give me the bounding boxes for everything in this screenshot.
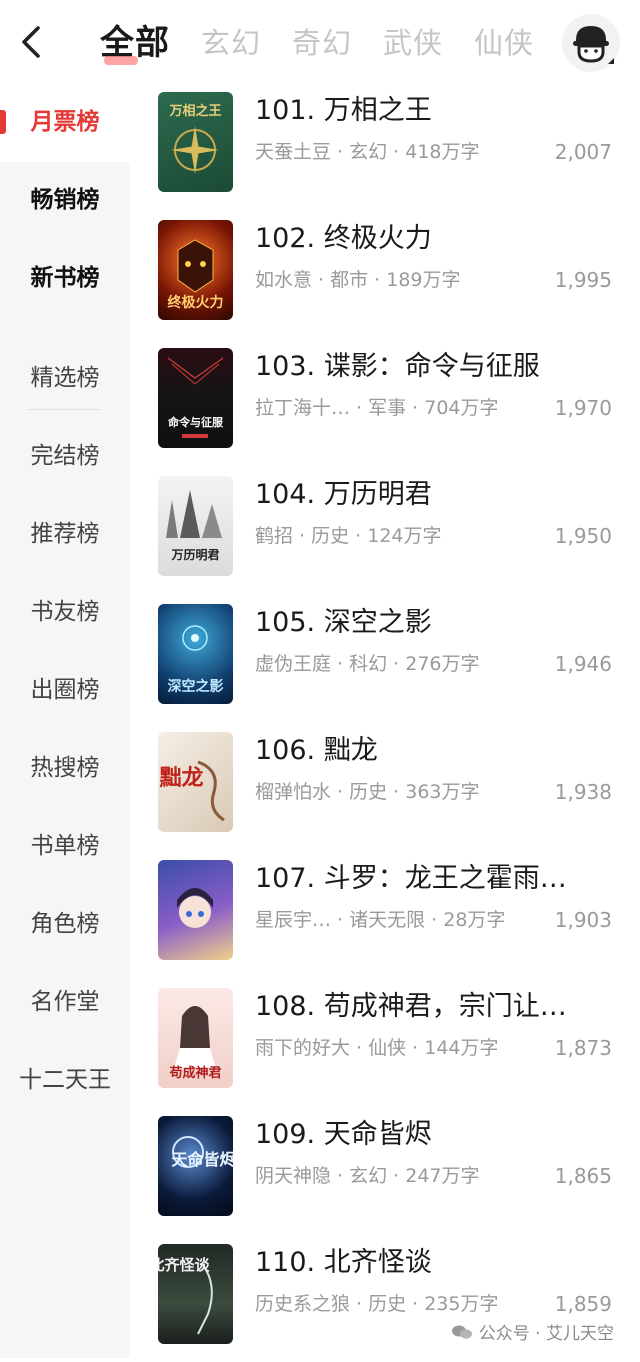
book-row[interactable]: 终极火力 102. 终极火力 如水意 · 都市 · 189万字 1,995 bbox=[130, 210, 640, 338]
book-meta: 榴弹怕水 · 历史 · 363万字 bbox=[255, 781, 480, 803]
book-meta: 如水意 · 都市 · 189万字 bbox=[255, 269, 461, 291]
book-row[interactable]: 万相之王 101. 万相之王 天蚕土豆 · 玄幻 · 418万字 2,007 bbox=[130, 82, 640, 210]
book-row[interactable]: 苟成神君 108. 苟成神君，宗门让… 雨下的好大 · 仙侠 · 144万字 1… bbox=[130, 978, 640, 1106]
monthly-ticket-count: 1,873 bbox=[554, 1036, 612, 1060]
user-avatar-button[interactable] bbox=[562, 14, 620, 72]
monthly-ticket-count: 1,859 bbox=[554, 1292, 612, 1316]
category-tabs: 全部 玄幻 奇幻 武侠 仙侠 bbox=[100, 20, 565, 70]
tab-qihuan[interactable]: 奇幻 bbox=[292, 20, 352, 70]
book-cover: 万历明君 bbox=[158, 476, 233, 576]
monthly-ticket-count: 1,995 bbox=[554, 268, 612, 292]
book-meta: 天蚕土豆 · 玄幻 · 418万字 bbox=[255, 141, 480, 163]
book-cover: 天命皆烬 bbox=[158, 1116, 233, 1216]
watermark-text: 公众号 · 艾儿天空 bbox=[478, 1324, 614, 1344]
book-title: 107. 斗罗：龙王之霍雨… bbox=[255, 863, 567, 894]
book-meta: 星辰宇… · 诸天无限 · 28万字 bbox=[255, 909, 506, 931]
book-title: 101. 万相之王 bbox=[255, 95, 432, 126]
watermark: 公众号 · 艾儿天空 bbox=[444, 1317, 620, 1346]
monthly-ticket-count: 1,946 bbox=[554, 652, 612, 676]
book-meta: 鹤招 · 历史 · 124万字 bbox=[255, 525, 442, 547]
book-meta: 阴天神隐 · 玄幻 · 247万字 bbox=[255, 1165, 480, 1187]
book-row[interactable]: 天命皆烬 109. 天命皆烬 阴天神隐 · 玄幻 · 247万字 1,865 bbox=[130, 1106, 640, 1234]
sidebar-divider bbox=[28, 409, 100, 410]
book-meta: 历史系之狼 · 历史 · 235万字 bbox=[255, 1293, 499, 1315]
tab-xianxia[interactable]: 仙侠 bbox=[474, 20, 534, 70]
sidebar-item-completed[interactable]: 完结榜 bbox=[0, 440, 130, 472]
tab-wuxia[interactable]: 武侠 bbox=[383, 20, 443, 70]
book-title: 103. 谍影：命令与征服 bbox=[255, 351, 540, 382]
book-row[interactable]: 命令与征服 103. 谍影：命令与征服 拉丁海十… · 军事 · 704万字 1… bbox=[130, 338, 640, 466]
monthly-ticket-count: 1,938 bbox=[554, 780, 612, 804]
sidebar-item-hot-search[interactable]: 热搜榜 bbox=[0, 752, 130, 784]
sidebar-item-bestseller[interactable]: 畅销榜 bbox=[0, 184, 130, 216]
sidebar-item-new-books[interactable]: 新书榜 bbox=[0, 262, 130, 294]
book-meta: 雨下的好大 · 仙侠 · 144万字 bbox=[255, 1037, 499, 1059]
book-row[interactable]: 黜龙 106. 黜龙 榴弹怕水 · 历史 · 363万字 1,938 bbox=[130, 722, 640, 850]
monthly-ticket-count: 1,865 bbox=[554, 1164, 612, 1188]
book-title: 110. 北齐怪谈 bbox=[255, 1247, 432, 1278]
ranking-sidebar: 月票榜 畅销榜 新书榜 精选榜 完结榜 推荐榜 书友榜 出圈榜 热搜榜 书单榜 … bbox=[0, 82, 130, 1358]
user-avatar-icon bbox=[573, 26, 614, 64]
monthly-ticket-count: 2,007 bbox=[554, 140, 612, 164]
book-cover: 万相之王 bbox=[158, 92, 233, 192]
book-meta: 虚伪王庭 · 科幻 · 276万字 bbox=[255, 653, 480, 675]
book-cover: 深空之影 bbox=[158, 604, 233, 704]
book-row[interactable]: 107. 斗罗：龙王之霍雨… 星辰宇… · 诸天无限 · 28万字 1,903 bbox=[130, 850, 640, 978]
book-cover bbox=[158, 860, 233, 960]
book-cover: 命令与征服 bbox=[158, 348, 233, 448]
monthly-ticket-count: 1,970 bbox=[554, 396, 612, 420]
book-title: 108. 苟成神君，宗门让… bbox=[255, 991, 567, 1022]
book-row[interactable]: 万历明君 104. 万历明君 鹤招 · 历史 · 124万字 1,950 bbox=[130, 466, 640, 594]
tab-all[interactable]: 全部 bbox=[100, 20, 170, 70]
book-title: 104. 万历明君 bbox=[255, 479, 432, 510]
book-title: 105. 深空之影 bbox=[255, 607, 432, 638]
top-bar: 全部 玄幻 奇幻 武侠 仙侠 bbox=[0, 0, 640, 90]
sidebar-item-booklist[interactable]: 书单榜 bbox=[0, 830, 130, 862]
book-cover: 苟成神君 bbox=[158, 988, 233, 1088]
monthly-ticket-count: 1,950 bbox=[554, 524, 612, 548]
sidebar-item-reader-friends[interactable]: 书友榜 bbox=[0, 596, 130, 628]
sidebar-item-characters[interactable]: 角色榜 bbox=[0, 908, 130, 940]
book-cover: 终极火力 bbox=[158, 220, 233, 320]
monthly-ticket-count: 1,903 bbox=[554, 908, 612, 932]
sidebar-item-twelve-kings[interactable]: 十二天王 bbox=[0, 1064, 130, 1096]
sidebar-item-recommended[interactable]: 推荐榜 bbox=[0, 518, 130, 550]
book-title: 106. 黜龙 bbox=[255, 735, 378, 766]
sidebar-item-featured[interactable]: 精选榜 bbox=[0, 362, 130, 394]
sidebar-item-hall-of-fame[interactable]: 名作堂 bbox=[0, 986, 130, 1018]
sidebar-item-monthly-ticket[interactable]: 月票榜 bbox=[0, 106, 130, 138]
sidebar-item-breakout[interactable]: 出圈榜 bbox=[0, 674, 130, 706]
tab-xuanhuan[interactable]: 玄幻 bbox=[201, 20, 261, 70]
book-title: 109. 天命皆烬 bbox=[255, 1119, 432, 1150]
book-meta: 拉丁海十… · 军事 · 704万字 bbox=[255, 397, 499, 419]
wechat-icon bbox=[451, 1325, 472, 1339]
book-title: 102. 终极火力 bbox=[255, 223, 432, 254]
book-cover: 黜龙 bbox=[158, 732, 233, 832]
book-row[interactable]: 深空之影 105. 深空之影 虚伪王庭 · 科幻 · 276万字 1,946 bbox=[130, 594, 640, 722]
back-arrow-icon[interactable] bbox=[14, 24, 50, 60]
book-cover: 北齐怪谈 bbox=[158, 1244, 233, 1344]
